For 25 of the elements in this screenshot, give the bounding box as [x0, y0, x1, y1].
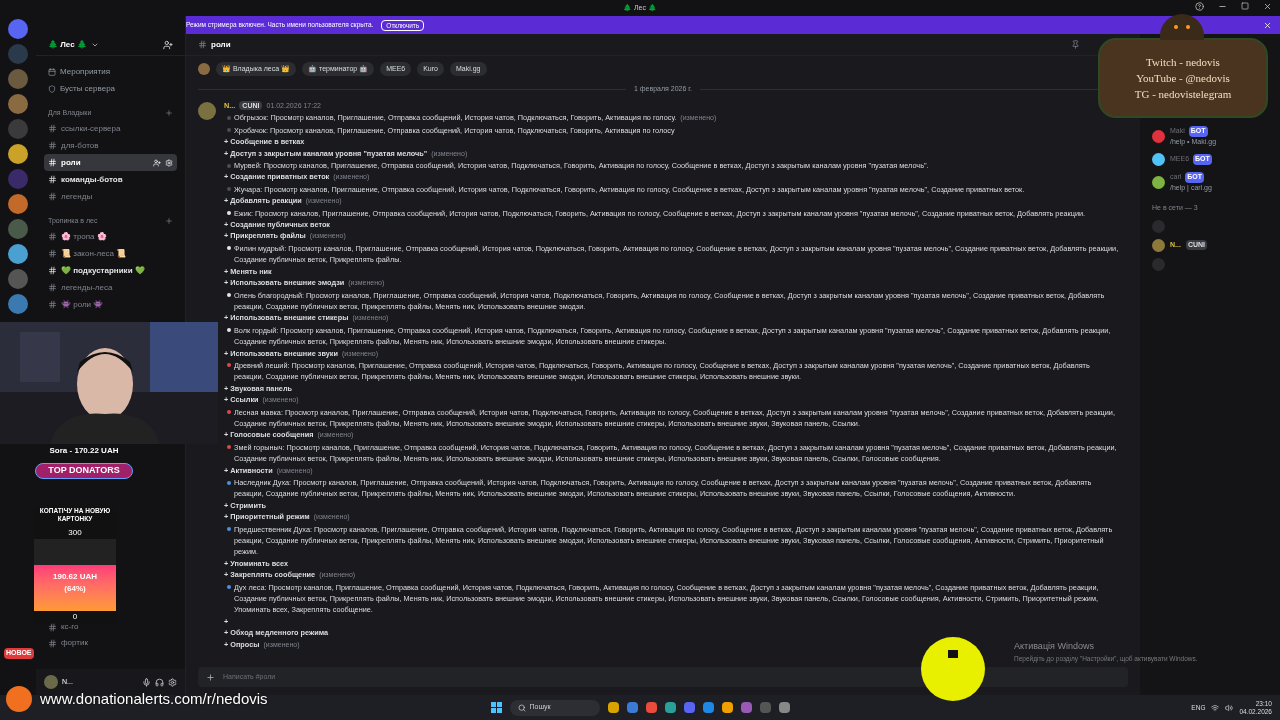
- goal-percent: (64%): [64, 583, 86, 595]
- channel-item[interactable]: 💚 подкустарники 💚: [44, 262, 177, 279]
- sign-text: YouTube - @nedovis: [1136, 71, 1230, 86]
- channel-item[interactable]: 📜 закон-леса 📜: [44, 245, 177, 262]
- channel-item[interactable]: легенды: [44, 188, 177, 205]
- sidebar-item[interactable]: Мероприятия: [44, 64, 177, 80]
- channel-item[interactable]: 🌸 тропа 🌸: [44, 228, 177, 245]
- goal-amount: 190.62 UAH: [53, 571, 97, 583]
- channel-item[interactable]: фортик: [44, 635, 177, 651]
- server-name[interactable]: 🌲 Лес 🌲: [48, 38, 87, 51]
- channel-item[interactable]: легенды-леса: [44, 279, 177, 296]
- sign-text: Twitch - nedovis: [1146, 55, 1220, 70]
- donation-url: www.donationalerts.com/r/nedovis: [40, 688, 268, 709]
- channel-item[interactable]: команды-ботов: [44, 171, 177, 188]
- channel-item[interactable]: роли: [44, 154, 177, 171]
- channel-title: роли: [211, 38, 231, 51]
- channel-item[interactable]: для-ботов: [44, 137, 177, 154]
- channel-item[interactable]: 👾 роли 👾: [44, 296, 177, 313]
- top-donator: Sora - 170.22 UAH: [49, 445, 119, 457]
- channel-item[interactable]: ссылки-сервера: [44, 120, 177, 137]
- sidebar-item[interactable]: Бусты сервера: [44, 81, 177, 97]
- sign-text: TG - nedovistelegram: [1134, 87, 1232, 102]
- donators-label: TOP DONATORS: [35, 463, 133, 479]
- goal-max: 300: [68, 527, 82, 539]
- activation-title: Активація Windows: [1014, 640, 1095, 653]
